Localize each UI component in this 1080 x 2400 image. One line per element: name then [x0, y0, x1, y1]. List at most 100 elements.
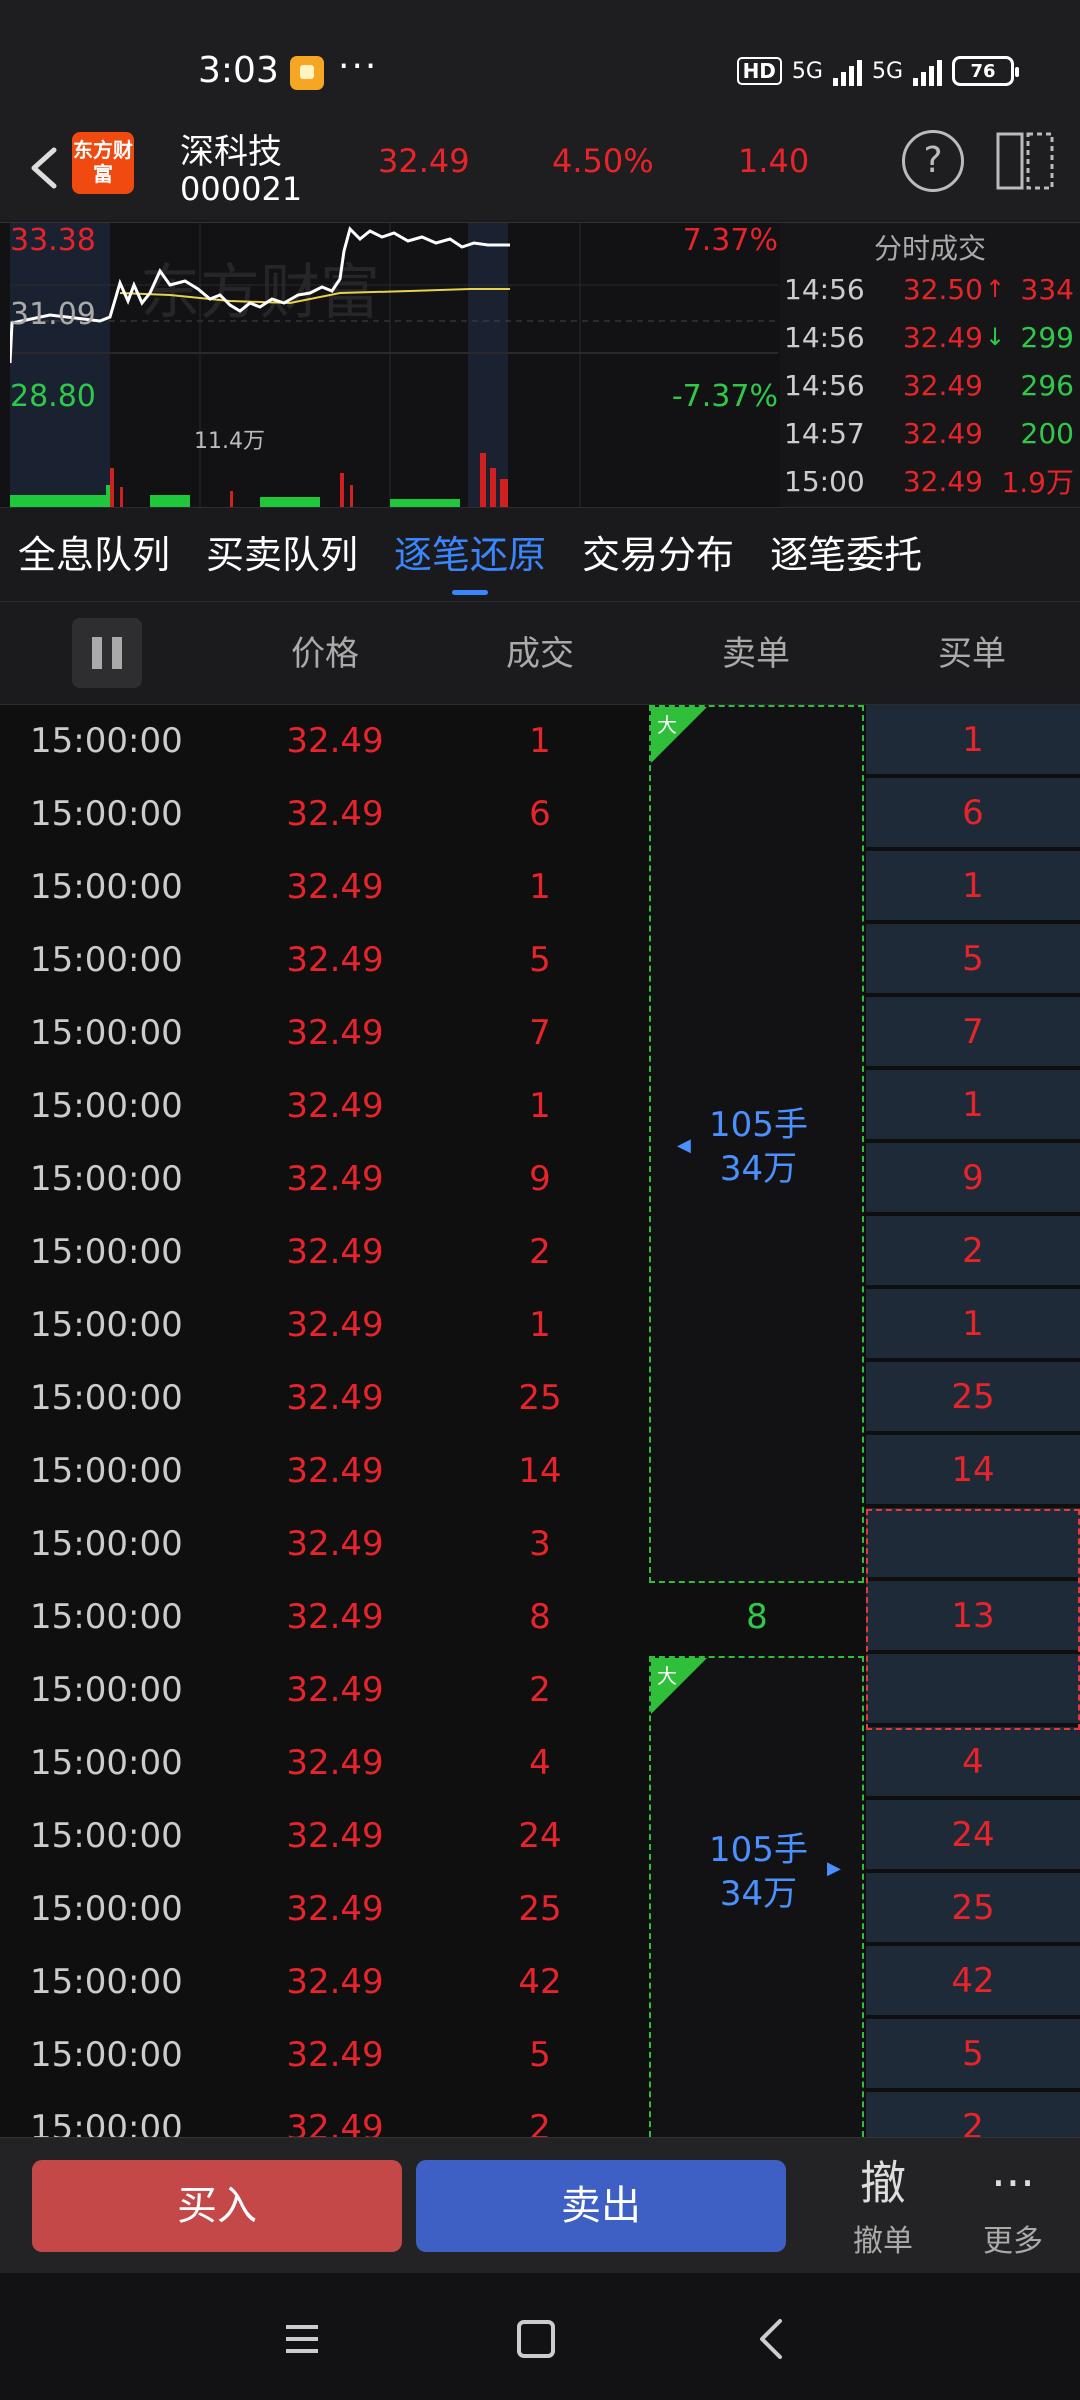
tick-price: 32.49: [286, 1670, 384, 1710]
tab-3[interactable]: 逐笔还原: [376, 508, 564, 601]
status-icons: HD 5G 5G 76: [736, 56, 1019, 86]
battery-icon: 76: [952, 56, 1019, 86]
sell-order-amount: 34万: [719, 1149, 798, 1189]
col-sell-header: 卖单: [722, 634, 790, 674]
chart-volume-label: 11.4万: [194, 429, 265, 454]
tick-time: 15:00:00: [30, 1816, 183, 1856]
table-row: 15:00:00 32.49 1 1: [0, 705, 1080, 778]
tick-price: 32.49: [286, 1524, 384, 1564]
tick-buy-order: 5: [866, 2019, 1080, 2090]
trade-panel-title: 分时成交: [873, 232, 986, 265]
trade-time: 14:57: [784, 416, 865, 450]
tick-price: 32.49: [286, 1889, 384, 1929]
table-row: 15:00:00 32.49 25 25: [0, 1362, 1080, 1435]
col-volume-header: 成交: [506, 634, 574, 674]
sell-order-amount-2: 34万: [719, 1874, 798, 1914]
more-button[interactable]: ··· 更多: [958, 2150, 1068, 2260]
trade-direction-icon: ↓: [985, 323, 1006, 351]
tick-price: 32.49: [286, 1159, 384, 1199]
stock-name[interactable]: 深科技: [180, 124, 282, 173]
tick-buy-order: 1: [866, 851, 1080, 922]
tick-time: 15:00:00: [30, 1670, 183, 1710]
tick-volume: 8: [529, 1597, 551, 1637]
tick-buy-order: 42: [866, 1946, 1080, 2017]
sell-order-lots: 105手: [709, 1105, 808, 1145]
tick-buy-order: 14: [866, 1435, 1080, 1506]
tab-5[interactable]: 逐笔委托: [752, 508, 940, 601]
sell-order-block-2[interactable]: 大 ▶ 105手 34万: [649, 1656, 864, 2137]
tick-price: 32.49: [286, 1962, 384, 2002]
buy-order-highlight: [866, 1509, 1080, 1730]
tick-time: 15:00:00: [30, 1086, 183, 1126]
table-row: 15:00:00 32.49 2 2: [0, 1216, 1080, 1289]
table-row: 15:00:00 32.49 5 5: [0, 2019, 1080, 2092]
back-icon[interactable]: [742, 2309, 802, 2369]
back-arrow-icon[interactable]: [20, 138, 70, 198]
tick-price: 32.49: [286, 1816, 384, 1856]
home-icon[interactable]: [506, 2309, 566, 2369]
tick-price: 32.49: [286, 2035, 384, 2075]
network-label-2: 5G: [871, 58, 903, 84]
tick-price: 32.49: [286, 721, 384, 761]
tick-time: 15:00:00: [30, 1232, 183, 1272]
tick-volume: 1: [529, 867, 551, 907]
tick-buy-order: 1: [866, 1070, 1080, 1141]
help-button[interactable]: ?: [902, 130, 964, 192]
tick-volume: 1: [529, 721, 551, 761]
tick-volume: 4: [529, 1743, 551, 1783]
tab-4[interactable]: 交易分布: [564, 508, 752, 601]
trade-price: 32.49: [902, 464, 983, 498]
tick-time: 15:00:00: [30, 1597, 183, 1637]
chart-area: 东方财富 33.38 31.09 28.80 7.37% -7.37% 11.4…: [0, 222, 1080, 508]
chart-high-label: 33.38: [10, 223, 96, 258]
status-time: 3:03: [198, 50, 279, 91]
tick-price: 32.49: [286, 940, 384, 980]
tick-volume: 5: [529, 940, 551, 980]
tick-list[interactable]: 15:00:00 32.49 2 2 15:00:00 32.49 5 5 15:00:00 32…: [0, 705, 1080, 2137]
tick-price: 32.49: [286, 1378, 384, 1418]
tab-bar: 全息队列 买卖队列 逐笔还原 交易分布 逐笔委托: [0, 507, 1080, 601]
tick-volume: 6: [529, 794, 551, 834]
pause-button[interactable]: [72, 618, 142, 688]
intraday-chart[interactable]: 东方财富 33.38 31.09 28.80 7.37% -7.37% 11.4…: [8, 223, 778, 508]
col-buy-header: 买单: [938, 634, 1006, 674]
menu-icon[interactable]: [272, 2309, 332, 2369]
tick-price: 32.49: [286, 867, 384, 907]
cancel-order-label: 撤单: [853, 2224, 913, 2259]
trade-detail-panel[interactable]: 分时成交 14:56 32.50 ↑ 334 14:56 32.49 ↓ 299 14:56 32…: [780, 223, 1080, 508]
tick-time: 15:00:00: [30, 940, 183, 980]
tick-time: 15:00:00: [30, 794, 183, 834]
table-row: 15:00:00 32.49 24 24: [0, 1800, 1080, 1873]
sell-button[interactable]: 卖出: [416, 2160, 786, 2252]
trade-row: 14:57 32.49 200: [780, 409, 1080, 457]
buy-button[interactable]: 买入: [32, 2160, 402, 2252]
cancel-order-button[interactable]: 撤 撤单: [828, 2150, 938, 2260]
tick-time: 15:00:00: [30, 721, 183, 761]
trade-volume: 296: [1020, 368, 1074, 402]
table-row: 15:00:00 32.49 25 25: [0, 1873, 1080, 1946]
tick-time: 15:00:00: [30, 1524, 183, 1564]
table-row: 15:00:00 32.49 9 9: [0, 1143, 1080, 1216]
bottom-action-bar: 买入 卖出 撤 撤单 ··· 更多: [0, 2137, 1080, 2273]
tick-time: 15:00:00: [30, 1378, 183, 1418]
chart-low-pct: -7.37%: [671, 379, 778, 414]
tick-volume: 42: [518, 1962, 562, 2002]
tick-volume: 25: [518, 1378, 562, 1418]
sell-order-block[interactable]: 大 ◀ 105手 34万: [649, 705, 864, 1583]
chart-mid-label: 31.09: [10, 297, 96, 332]
table-header: 价格 成交 卖单 买单: [0, 601, 1080, 705]
trade-time: 14:56: [784, 272, 865, 306]
layout-toggle-icon[interactable]: [994, 130, 1056, 192]
tick-volume: 2: [529, 1232, 551, 1272]
system-nav-bar: [0, 2273, 1080, 2400]
change-percent: 4.50%: [552, 142, 654, 180]
hd-voice-icon: HD: [736, 57, 782, 85]
tick-price: 32.49: [286, 1013, 384, 1053]
tab-1[interactable]: 全息队列: [0, 508, 188, 601]
table-row: 15:00:00 32.49 5 5: [0, 924, 1080, 997]
tab-2[interactable]: 买卖队列: [188, 508, 376, 601]
notification-icon: [290, 56, 324, 90]
tick-price: 32.49: [286, 1597, 384, 1637]
trade-row: 14:56 32.50 ↑ 334: [780, 265, 1080, 313]
more-notifications-icon: ···: [338, 46, 379, 87]
